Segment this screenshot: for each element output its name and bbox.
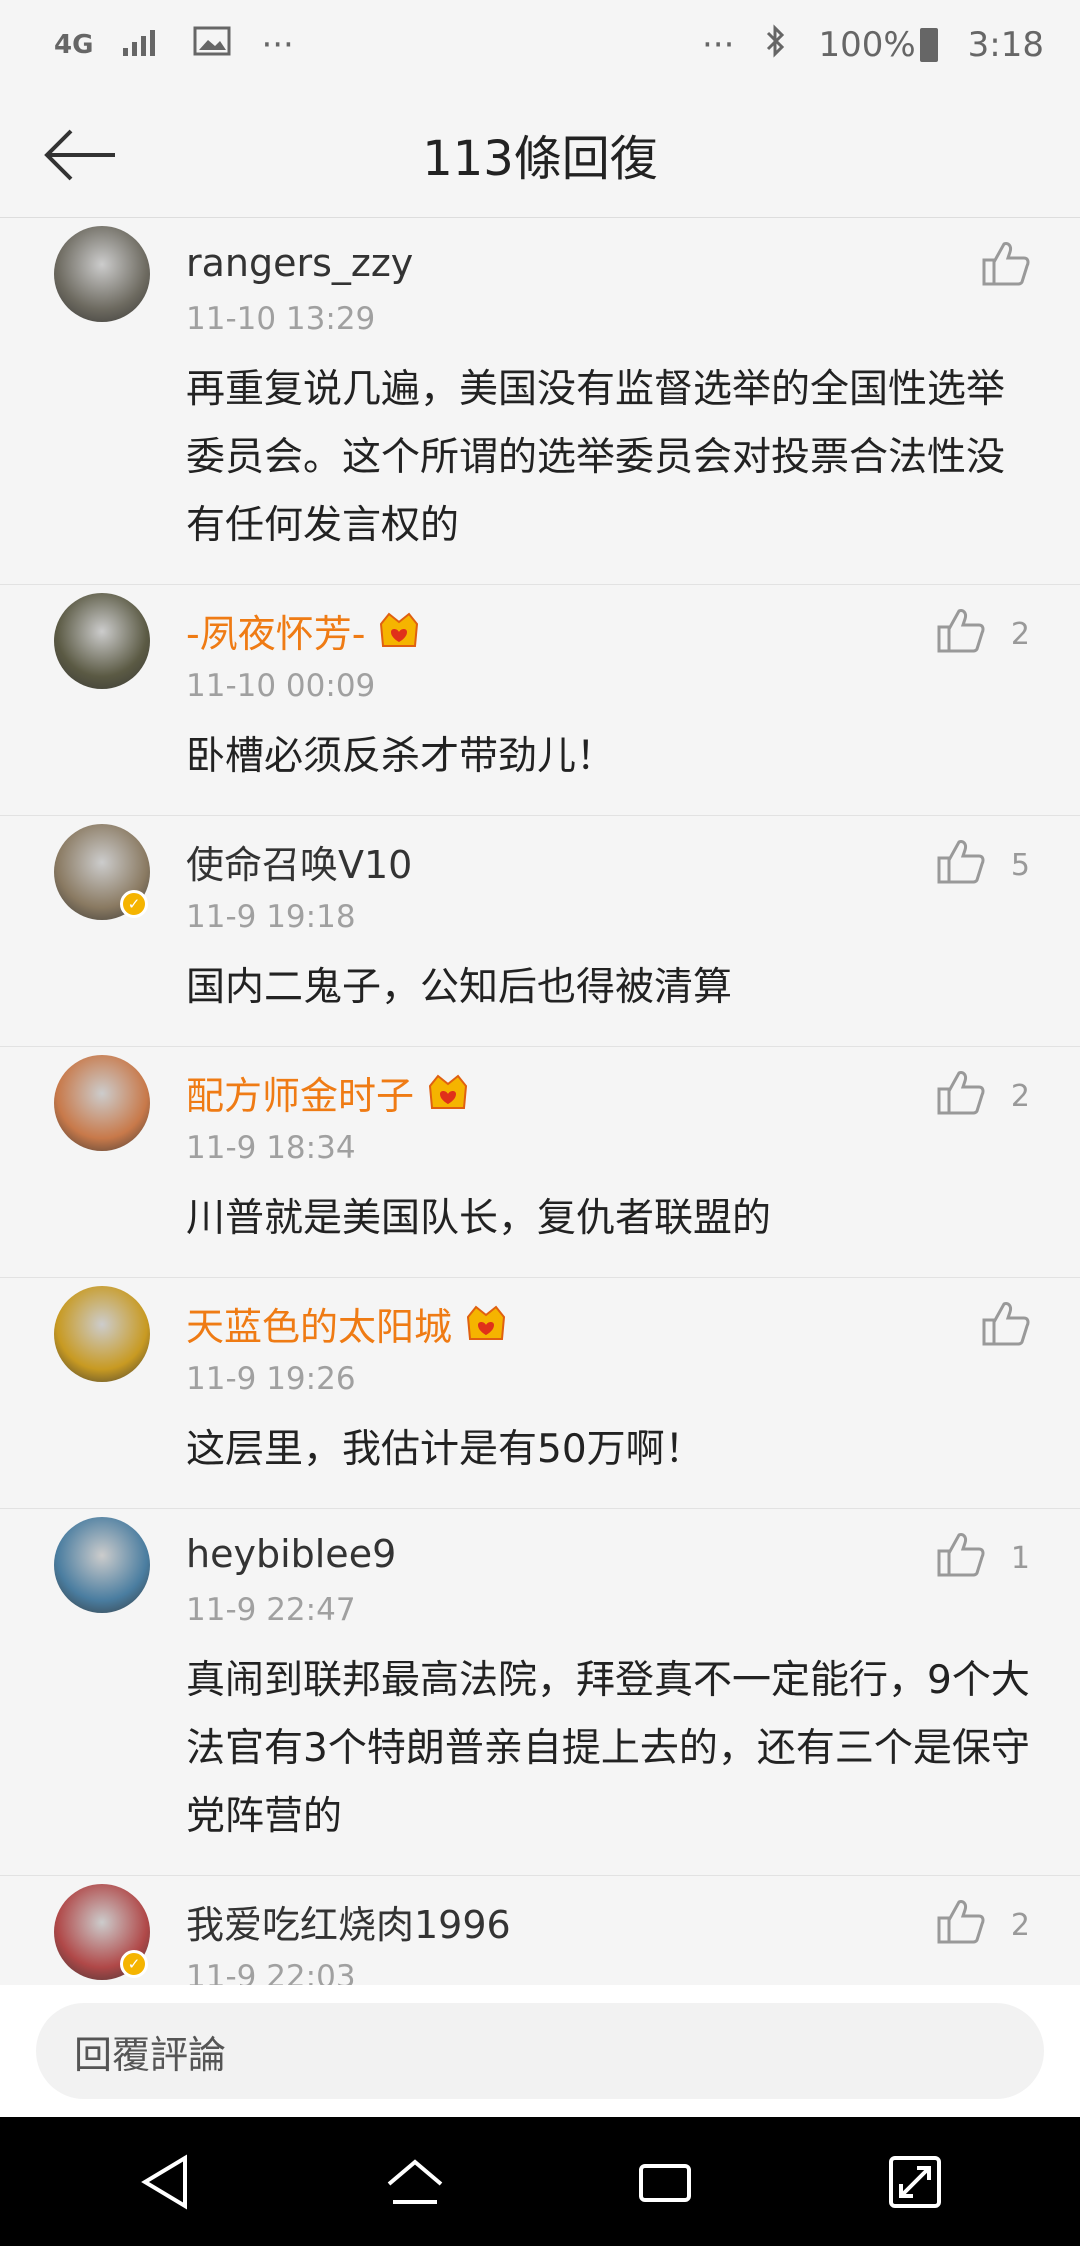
vip-crown-icon (426, 1072, 470, 1112)
username[interactable]: heybiblee9 (186, 1532, 396, 1576)
triangle-back-icon (141, 2153, 187, 2210)
thumbs-up-icon (937, 1531, 985, 1585)
comment-item[interactable]: -夙夜怀芳- 11-10 00:09 卧槽必须反杀才带劲儿！ 2 (0, 585, 1080, 816)
like-count: 5 (1010, 847, 1030, 883)
thumbs-up-icon (937, 1069, 985, 1123)
comment-time: 11-10 00:09 (186, 668, 376, 704)
more-icon: ··· (702, 25, 735, 65)
name-row: 使命召唤V10 (186, 830, 1030, 892)
comment-text: 真闹到联邦最高法院，拜登真不一定能行，9个大法官有3个特朗普亲自提上去的，还有三… (186, 1658, 1030, 1839)
comment-time: 11-10 13:29 (186, 301, 376, 337)
like-count: 2 (1010, 1078, 1030, 1114)
thumbs-up-icon (982, 240, 1030, 294)
like-button[interactable]: 2 (937, 1898, 1030, 1952)
expand-icon (889, 2155, 941, 2208)
back-arrow-icon (44, 129, 115, 181)
battery-icon (919, 28, 938, 62)
username[interactable]: rangers_zzy (186, 241, 413, 285)
comment-time: 11-9 19:18 (186, 899, 356, 935)
verified-badge-icon: ✓ (120, 890, 148, 918)
home-icon (387, 2158, 443, 2204)
name-row: heybiblee9 (186, 1523, 1030, 1585)
name-row: 天蓝色的太阳城 (186, 1292, 1030, 1354)
nav-expand-button[interactable] (875, 2142, 955, 2222)
signal-icon (123, 25, 163, 65)
comment-list[interactable]: rangers_zzy 11-10 13:29 再重复说几遍，美国没有监督选举的全国… (0, 218, 1080, 1985)
like-button[interactable] (982, 1300, 1030, 1354)
like-count: 1 (1010, 1540, 1030, 1576)
thumbs-up-icon (937, 607, 985, 661)
comment-item[interactable]: ✓ 我爱吃红烧肉1996 11-9 22:03 2 (0, 1876, 1080, 1985)
name-row: 配方师金时子 (186, 1061, 1030, 1123)
avatar[interactable] (54, 593, 150, 689)
battery-indicator: 100% (818, 25, 938, 65)
like-button[interactable]: 5 (937, 838, 1030, 892)
username[interactable]: -夙夜怀芳- (186, 603, 365, 658)
battery-percent: 100% (818, 25, 916, 65)
avatar[interactable] (54, 1286, 150, 1382)
status-left: 4G ··· (54, 25, 294, 65)
avatar[interactable] (54, 226, 150, 322)
like-button[interactable] (982, 240, 1030, 294)
more-icon: ··· (261, 25, 294, 65)
comment-time: 11-9 19:26 (186, 1361, 356, 1397)
comment-time: 11-9 18:34 (186, 1130, 356, 1166)
like-button[interactable]: 2 (937, 607, 1030, 661)
username[interactable]: 使命召唤V10 (186, 834, 412, 889)
comment-text: 这层里，我估计是有50万啊！ (186, 1427, 704, 1472)
name-row: -夙夜怀芳- (186, 599, 1030, 661)
navigation-bar (0, 2117, 1080, 2246)
like-button[interactable]: 1 (937, 1531, 1030, 1585)
avatar[interactable] (54, 1055, 150, 1151)
nav-home-button[interactable] (375, 2142, 455, 2222)
thumbs-up-icon (937, 1898, 985, 1952)
header: 113條回復 (0, 90, 1080, 218)
recents-icon (639, 2163, 691, 2202)
thumbs-up-icon (937, 838, 985, 892)
nav-back-button[interactable] (125, 2142, 205, 2222)
image-icon (193, 25, 231, 65)
username[interactable]: 配方师金时子 (186, 1065, 414, 1120)
vip-crown-icon (377, 610, 421, 650)
thumbs-up-icon (982, 1300, 1030, 1354)
network-indicator: 4G (54, 30, 94, 60)
comment-item[interactable]: 配方师金时子 11-9 18:34 川普就是美国队长，复仇者联盟的 2 (0, 1047, 1080, 1278)
bluetooth-icon (764, 23, 788, 68)
comment-text: 川普就是美国队长，复仇者联盟的 (186, 1196, 772, 1241)
status-bar: 4G ··· ··· 100% 3:18 (0, 0, 1080, 90)
verified-badge-icon: ✓ (120, 1950, 148, 1978)
comment-item[interactable]: ✓ 使命召唤V10 11-9 19:18 国内二鬼子，公知后也得被清算 5 (0, 816, 1080, 1047)
name-row: rangers_zzy (186, 232, 1030, 294)
comment-time: 11-9 22:03 (186, 1959, 356, 1985)
reply-placeholder: 回覆評論 (74, 2032, 227, 2077)
comment-item[interactable]: heybiblee9 11-9 22:47 真闹到联邦最高法院，拜登真不一定能行，9… (0, 1509, 1080, 1876)
name-row: 我爱吃红烧肉1996 (186, 1890, 1030, 1952)
username[interactable]: 天蓝色的太阳城 (186, 1296, 452, 1351)
nav-recents-button[interactable] (625, 2142, 705, 2222)
back-button[interactable] (40, 120, 120, 190)
comment-time: 11-9 22:47 (186, 1592, 356, 1628)
username[interactable]: 我爱吃红烧肉1996 (186, 1894, 511, 1949)
vip-crown-icon (464, 1303, 508, 1343)
like-count: 2 (1010, 616, 1030, 652)
comment-item[interactable]: rangers_zzy 11-10 13:29 再重复说几遍，美国没有监督选举的全国… (0, 218, 1080, 585)
reply-bar: 回覆評論 (0, 1985, 1080, 2117)
avatar[interactable] (54, 1517, 150, 1613)
comment-item[interactable]: 天蓝色的太阳城 11-9 19:26 这层里，我估计是有50万啊！ (0, 1278, 1080, 1509)
like-button[interactable]: 2 (937, 1069, 1030, 1123)
clock: 3:18 (967, 25, 1044, 65)
status-right: ··· 100% 3:18 (702, 23, 1044, 68)
comment-text: 卧槽必须反杀才带劲儿！ (186, 734, 616, 779)
like-count: 2 (1010, 1907, 1030, 1943)
reply-input[interactable]: 回覆評論 (36, 2003, 1044, 2099)
page-title: 113條回復 (422, 130, 658, 187)
comment-text: 国内二鬼子，公知后也得被清算 (186, 965, 733, 1010)
comment-text: 再重复说几遍，美国没有监督选举的全国性选举委员会。这个所谓的选举委员会对投票合法… (186, 367, 1006, 548)
